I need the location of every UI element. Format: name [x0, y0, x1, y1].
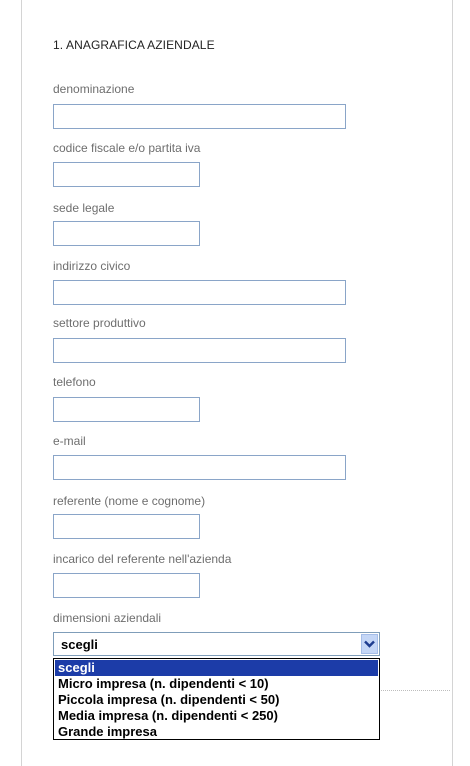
- referente-input[interactable]: [53, 514, 200, 539]
- codice-fiscale-input[interactable]: [53, 162, 200, 187]
- label-denominazione: denominazione: [53, 82, 135, 96]
- option-media-impresa[interactable]: Media impresa (n. dipendenti < 250): [55, 708, 378, 724]
- chevron-down-icon: [364, 640, 375, 648]
- option-micro-impresa[interactable]: Micro impresa (n. dipendenti < 10): [55, 676, 378, 692]
- dropdown-button[interactable]: [361, 634, 378, 654]
- incarico-input[interactable]: [53, 573, 200, 598]
- section-title: 1. ANAGRAFICA AZIENDALE: [53, 38, 215, 52]
- label-settore: settore produttivo: [53, 316, 146, 330]
- indirizzo-input[interactable]: [53, 280, 346, 305]
- email-input[interactable]: [53, 455, 346, 480]
- label-sede-legale: sede legale: [53, 201, 115, 215]
- option-scegli[interactable]: scegli: [55, 660, 378, 676]
- label-indirizzo: indirizzo civico: [53, 259, 131, 273]
- dimensioni-options-list: scegli Micro impresa (n. dipendenti < 10…: [53, 658, 380, 740]
- label-incarico: incarico del referente nell'azienda: [53, 552, 232, 566]
- telefono-input[interactable]: [53, 397, 200, 422]
- label-codice-fiscale: codice fiscale e/o partita iva: [53, 141, 201, 155]
- dimensioni-select[interactable]: scegli: [53, 632, 380, 656]
- label-dimensioni: dimensioni aziendali: [53, 611, 162, 625]
- dimensioni-selected-value: scegli: [61, 637, 98, 652]
- label-email: e-mail: [53, 434, 86, 448]
- label-telefono: telefono: [53, 375, 96, 389]
- settore-input[interactable]: [53, 338, 346, 363]
- label-referente: referente (nome e cognome): [53, 494, 206, 508]
- denominazione-input[interactable]: [53, 104, 346, 129]
- sede-legale-input[interactable]: [53, 221, 200, 246]
- option-piccola-impresa[interactable]: Piccola impresa (n. dipendenti < 50): [55, 692, 378, 708]
- option-grande-impresa[interactable]: Grande impresa: [55, 724, 378, 740]
